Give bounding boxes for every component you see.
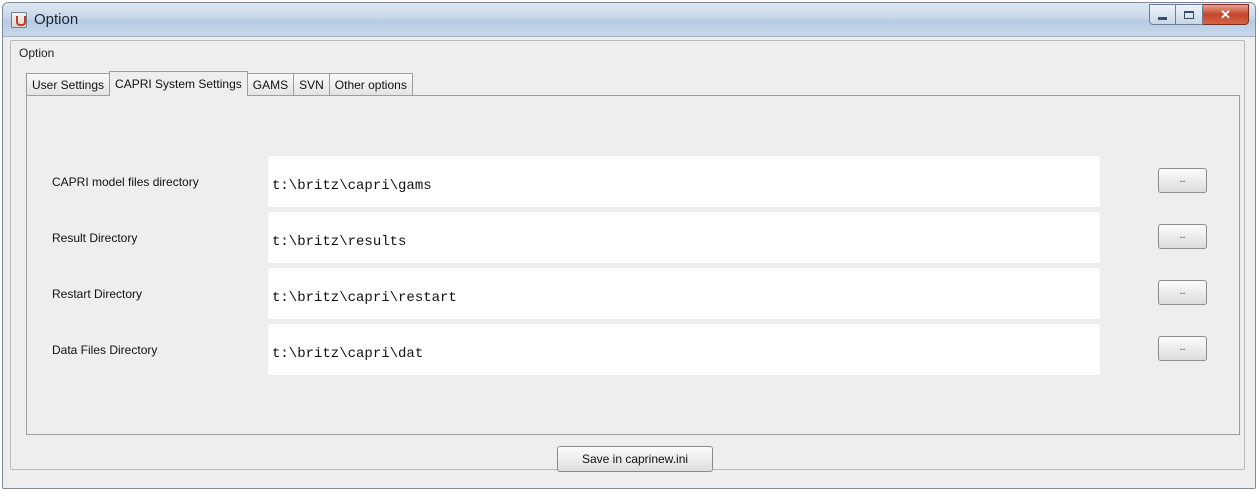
close-icon: ✕ xyxy=(1220,6,1231,22)
minimize-button[interactable] xyxy=(1149,4,1176,25)
tab-capri-system-settings[interactable]: CAPRI System Settings xyxy=(109,71,248,96)
window-controls: ✕ xyxy=(1149,4,1249,26)
result-directory-label: Result Directory xyxy=(52,231,138,245)
data-files-directory-label: Data Files Directory xyxy=(52,343,158,357)
save-ini-button[interactable]: Save in caprinew.ini xyxy=(557,446,713,472)
restart-directory-input[interactable] xyxy=(268,268,1100,319)
minimize-icon xyxy=(1158,16,1167,20)
tab-other-options[interactable]: Other options xyxy=(328,73,413,96)
model-files-directory-label: CAPRI model files directory xyxy=(52,175,199,189)
restart-directory-label: Restart Directory xyxy=(52,287,143,301)
title-bar[interactable]: Option ✕ xyxy=(3,3,1255,37)
browse-model-files-button[interactable]: .. xyxy=(1158,168,1207,193)
maximize-button[interactable] xyxy=(1176,4,1203,25)
browse-result-directory-button[interactable]: .. xyxy=(1158,224,1207,249)
data-files-directory-input[interactable] xyxy=(268,324,1100,375)
capri-system-settings-panel xyxy=(26,95,1240,435)
tab-user-settings[interactable]: User Settings xyxy=(26,73,111,96)
tab-strip: User Settings CAPRI System Settings GAMS… xyxy=(26,71,413,96)
maximize-icon xyxy=(1184,10,1194,19)
browse-data-files-button[interactable]: .. xyxy=(1158,336,1207,361)
java-cup-icon xyxy=(11,12,27,28)
result-directory-input[interactable] xyxy=(268,212,1100,263)
tab-svn[interactable]: SVN xyxy=(293,73,330,96)
window-title: Option xyxy=(34,11,79,28)
tab-gams[interactable]: GAMS xyxy=(246,73,295,96)
model-files-directory-input[interactable] xyxy=(268,156,1100,207)
browse-restart-directory-button[interactable]: .. xyxy=(1158,280,1207,305)
group-label: Option xyxy=(17,46,57,60)
close-button[interactable]: ✕ xyxy=(1203,4,1249,25)
